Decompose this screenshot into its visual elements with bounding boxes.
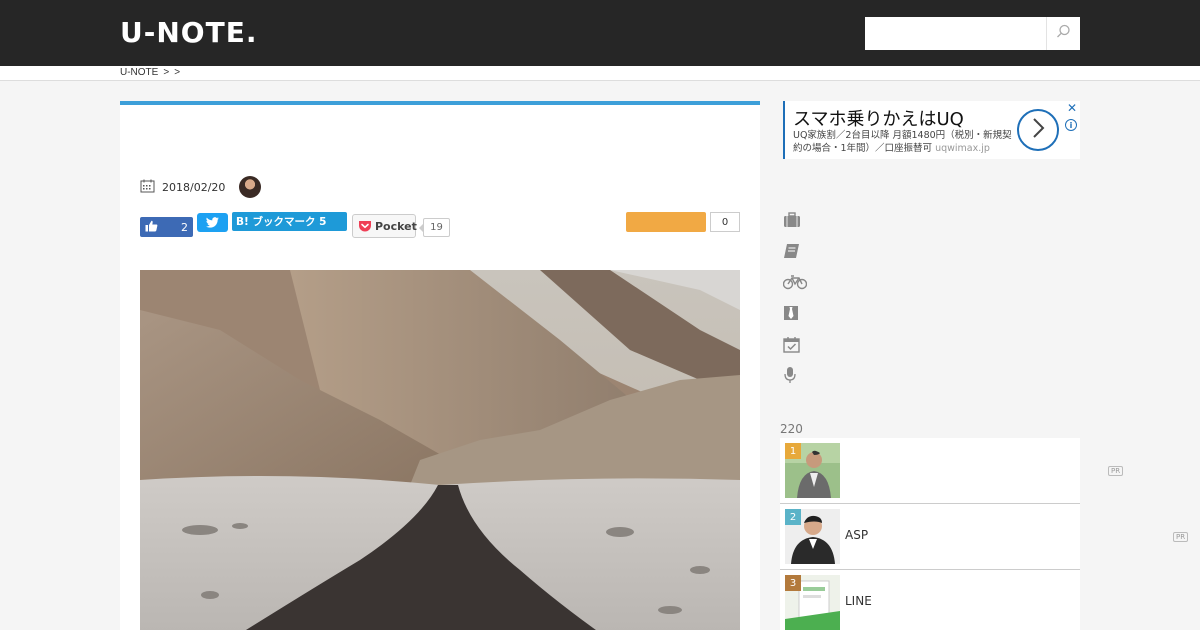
pocket-icon (358, 220, 372, 233)
facebook-like-button[interactable]: 2 (140, 217, 193, 237)
breadcrumb-separator: > (174, 67, 181, 78)
chevron-right-icon (1031, 117, 1045, 143)
twitter-icon (206, 213, 219, 232)
tie-icon[interactable] (783, 303, 807, 323)
hatena-bookmark-button[interactable]: B! ブックマーク 5 (232, 212, 347, 231)
ranking-thumbnail[interactable]: 1 (785, 443, 840, 498)
search-icon (1056, 24, 1071, 43)
ranking-item[interactable]: 1 (780, 438, 1080, 504)
site-header: U-NOTE. (0, 0, 1200, 66)
ad-info-icon[interactable]: i (1065, 119, 1077, 131)
clip-count: 0 (710, 212, 740, 232)
pocket-count: 19 (419, 218, 450, 237)
ranking-thumbnail[interactable]: 3 (785, 575, 840, 630)
article-card: 2018/02/20 2 B! ブックマーク 5 Pocket 19 0 (120, 101, 760, 630)
ranking-title[interactable]: ASP (845, 528, 868, 542)
rank-number: 2 (785, 509, 801, 525)
article-meta: 2018/02/20 (140, 175, 262, 199)
ad-domain: uqwimax.jp (935, 143, 990, 154)
breadcrumb-bar: U-NOTE > > (0, 66, 1200, 81)
pr-badge: PR (1108, 466, 1124, 476)
author-avatar[interactable] (239, 176, 262, 198)
search-box (865, 17, 1080, 50)
twitter-share-button[interactable] (197, 213, 228, 232)
book-icon[interactable] (783, 241, 807, 261)
rank-number: 1 (785, 443, 801, 459)
sidebar-ad[interactable]: スマホ乗りかえはUQ UQ家族割／2台目以降 月額1480円（税別・新規契約の場… (783, 101, 1080, 159)
calendar-icon (140, 178, 155, 197)
calendar-check-icon[interactable] (783, 334, 807, 354)
publish-date: 2018/02/20 (162, 180, 226, 194)
clip-button[interactable] (626, 212, 706, 232)
ranking-thumbnail[interactable]: 2 (785, 509, 840, 564)
ad-open-button[interactable] (1017, 109, 1059, 151)
rank-number: 3 (785, 575, 801, 591)
site-logo[interactable]: U-NOTE. (120, 16, 257, 50)
pocket-label: Pocket (375, 219, 417, 233)
facebook-like-count: 2 (181, 220, 188, 234)
ad-title[interactable]: スマホ乗りかえはUQ (793, 105, 964, 131)
bicycle-icon[interactable] (783, 272, 807, 292)
pocket-button[interactable]: Pocket (352, 214, 417, 238)
share-bar: 2 B! ブックマーク 5 Pocket 19 0 (140, 212, 740, 238)
article-hero-image (140, 270, 740, 630)
breadcrumb-separator: > (163, 67, 170, 78)
thumbs-up-icon (145, 220, 158, 235)
breadcrumb: U-NOTE > > (120, 66, 185, 80)
ranking-count: 220 (780, 422, 803, 436)
ad-description: UQ家族割／2台目以降 月額1480円（税別・新規契約の場合・1年間）／口座振替… (793, 129, 1015, 155)
ranking-item[interactable]: 3 LINE (780, 570, 1080, 630)
ranking-item[interactable]: 2 ASP (780, 504, 1080, 570)
search-input[interactable] (865, 17, 1045, 50)
ad-close-icon[interactable]: ✕ (1067, 102, 1077, 114)
search-button[interactable] (1046, 17, 1080, 50)
pr-badge: PR (1173, 532, 1189, 542)
microphone-icon[interactable] (783, 365, 807, 385)
ranking-title[interactable]: LINE (845, 594, 872, 608)
briefcase-icon[interactable] (783, 210, 807, 230)
breadcrumb-home[interactable]: U-NOTE (120, 67, 158, 78)
